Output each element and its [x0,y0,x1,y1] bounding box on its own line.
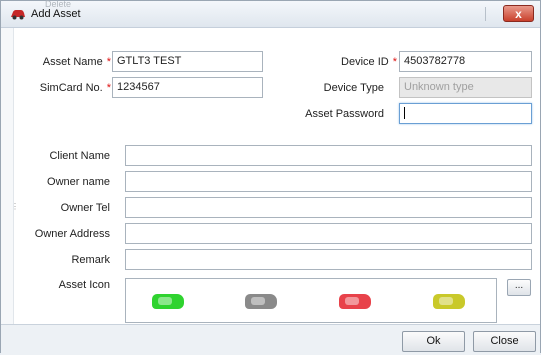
title-bar[interactable]: Delete Add Asset x [1,0,540,28]
dialog-footer: Ok Close [1,324,540,355]
text-caret [404,107,405,120]
simcard-required-mark: * [106,82,111,94]
asset-icon-label: Asset Icon [58,279,110,291]
owner-address-input[interactable] [125,223,532,244]
owner-address-label: Owner Address [34,228,110,240]
asset-name-required-mark: * [106,56,111,68]
owner-tel-label: Owner Tel [60,202,110,214]
browse-icon-button[interactable]: ... [507,279,531,296]
dialog-title: Add Asset [31,8,81,20]
owner-tel-input[interactable] [125,197,532,218]
asset-name-label-text: Asset Name [42,56,103,68]
client-name-input[interactable] [125,145,532,166]
remark-label: Remark [71,254,110,266]
close-window-button[interactable]: x [503,5,534,22]
add-asset-dialog: Delete Add Asset x ⋮ Asset Name * GTLT3 T… [0,0,541,355]
asset-password-input[interactable] [399,103,532,124]
simcard-no-label-text: SimCard No. [39,82,103,94]
device-type-label: Device Type [323,82,384,94]
simcard-no-input[interactable]: 1234567 [112,77,263,98]
asset-name-input[interactable]: GTLT3 TEST [112,51,263,72]
yellow-car-icon[interactable] [433,294,465,309]
owner-name-input[interactable] [125,171,532,192]
device-id-label: Device ID * [301,56,397,68]
device-type-field: Unknown type [399,77,532,98]
close-button[interactable]: Close [473,331,536,352]
green-car-icon[interactable] [152,294,184,309]
owner-name-label: Owner name [47,176,110,188]
device-id-label-text: Device ID [341,56,389,68]
asset-password-label: Asset Password [305,108,384,120]
ok-button[interactable]: Ok [402,331,465,352]
device-id-input[interactable]: 4503782778 [399,51,532,72]
simcard-no-label: SimCard No. * [25,82,111,94]
gray-car-icon[interactable] [245,294,277,309]
red-car-icon[interactable] [339,294,371,309]
client-name-label: Client Name [49,150,110,162]
asset-icon-picker [125,278,497,323]
title-separator [485,7,494,21]
asset-name-label: Asset Name * [25,56,111,68]
close-icon: x [515,7,522,21]
remark-input[interactable] [125,249,532,270]
device-id-required-mark: * [392,56,397,68]
car-icon [11,10,25,20]
left-edge: ⋮ [1,28,19,324]
